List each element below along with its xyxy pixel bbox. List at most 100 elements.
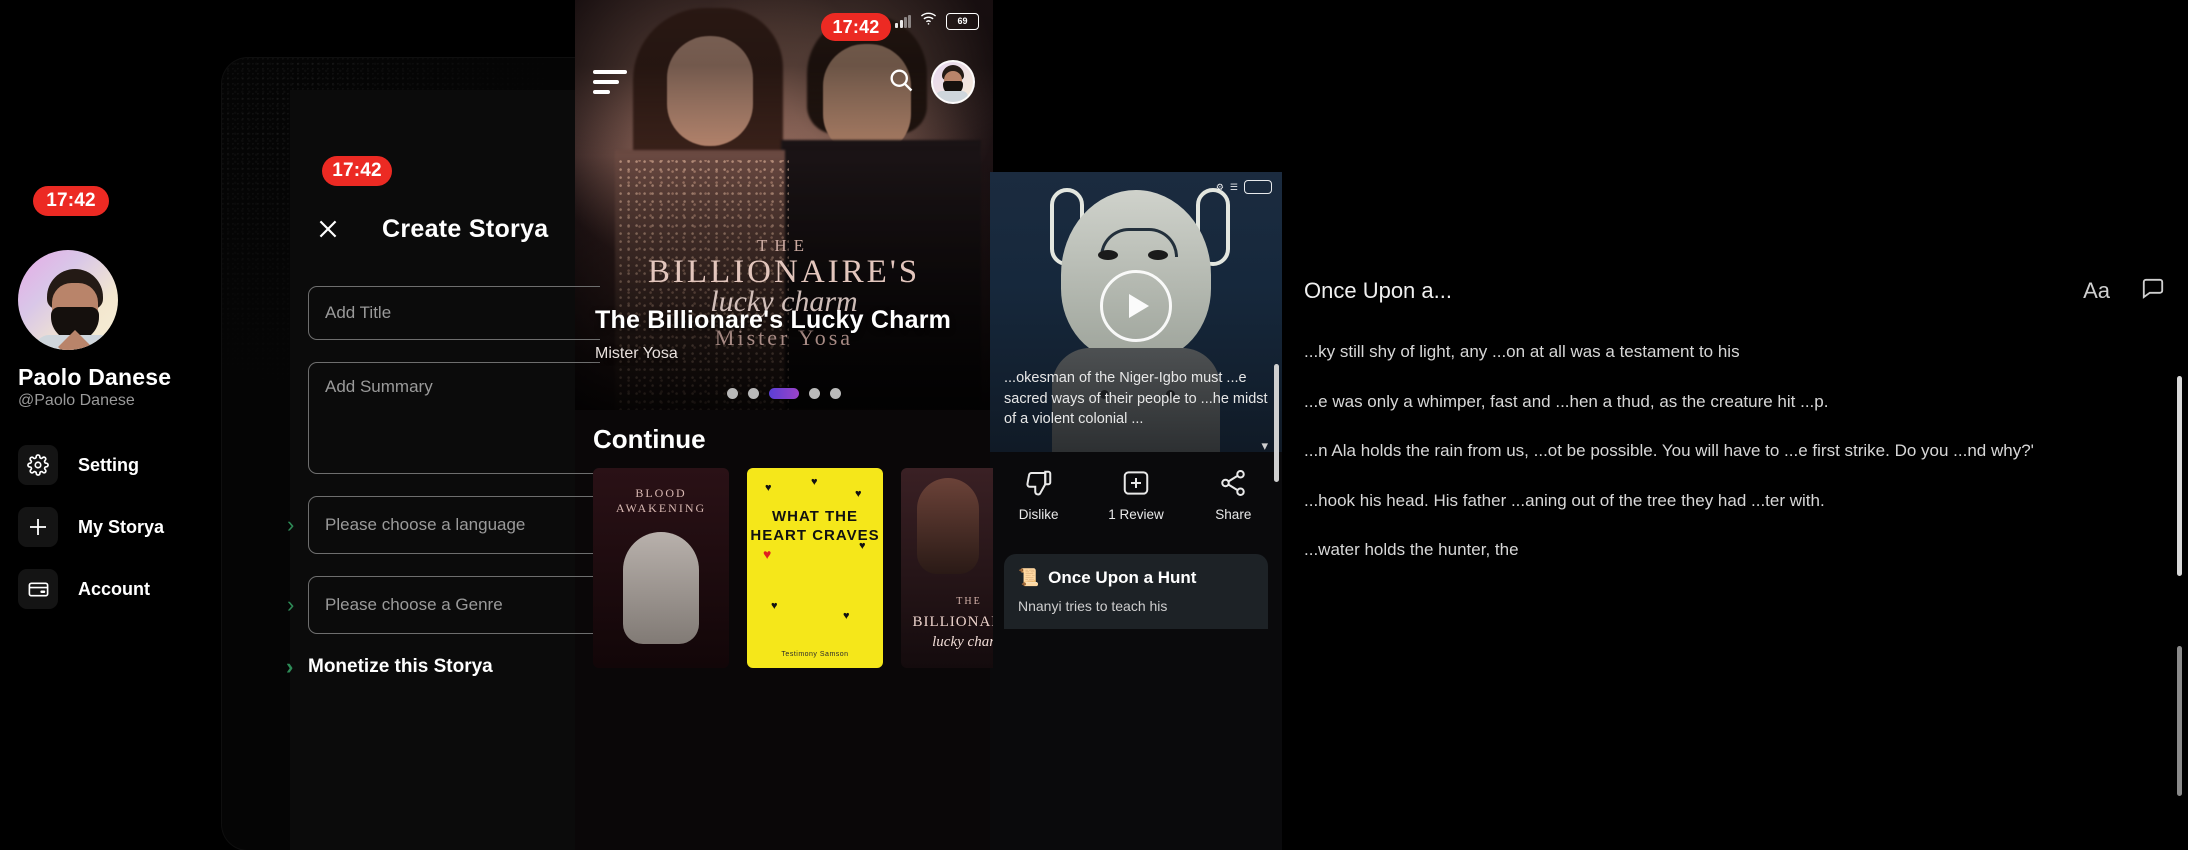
carousel-dot[interactable] [830,388,841,399]
reader-paragraph: ...e was only a whimper, fast and ...hen… [1304,391,1829,411]
share-icon [1221,470,1246,496]
navbar-right [887,60,975,104]
hero-author: Mister Yosa [595,345,678,362]
sidebar-item-label: Setting [78,454,139,475]
comment-icon[interactable] [2140,276,2166,307]
reader-paragraph: ...ky still shy of light, any ...on at a… [1304,342,1740,361]
create-storya-panel: 17:42 Create Storya Add Title Add Summar… [222,58,600,850]
book-title: WHAT THE HEART CRAVES [750,508,880,544]
avatar-face [25,261,115,350]
book-author: Testimony Samson [781,651,849,658]
share-button[interactable]: Share [1185,468,1282,522]
chevron-right-icon: › [286,654,294,679]
carousel-dot[interactable] [809,388,820,399]
chevron-down-icon[interactable]: ▾ [1261,438,1268,454]
drawer-time-pill: 17:42 [33,186,109,216]
recommendation-body: Nnanyi tries to teach his [1018,598,1168,614]
heart-icon: ♥ [855,488,862,500]
title-placeholder: Add Title [325,303,392,322]
book-cover-line-3: lucky charm [932,634,993,650]
recommendation-card[interactable]: 📜 Once Upon a Hunt Nnanyi tries to teach… [1004,554,1268,629]
language-placeholder: Please choose a language [325,515,526,534]
heart-icon: ♥ [843,610,850,622]
sidebar-item-label: My Storya [78,516,165,537]
cast-icon: ⚙ [1215,181,1224,192]
heart-icon: ♥ [763,546,772,562]
section-title-continue: Continue [593,424,706,454]
search-icon[interactable] [887,66,915,99]
sidebar-item-label: Account [78,578,150,599]
book-title: BLOOD AWAKENING [615,486,707,515]
heart-icon: ♥ [811,476,818,488]
book-cover-art [917,478,979,574]
genre-select[interactable]: › Please choose a Genre [287,576,600,634]
reader-paragraph: ...n Ala holds the rain from us, ...ot b… [1304,441,2034,461]
avatar[interactable] [18,250,118,350]
scrollbar-track[interactable] [2177,646,2182,796]
story-detail-panel: ⚙ ☰ ...okesman of the Niger-Igbo must ..… [990,172,1282,850]
recommendation-title: Once Upon a Hunt [1048,568,1197,587]
book-cover-line-2: BILLIONARE'S [912,614,993,630]
continue-shelf: BLOOD AWAKENING ♥ ♥ ♥ ♥ ♥ ♥ ♥ WHAT THE H… [593,468,993,668]
home-navbar [575,50,993,114]
title-field[interactable]: Add Title [308,286,600,340]
font-size-button[interactable]: Aa [2083,278,2110,304]
scrollbar-thumb[interactable] [1274,364,1279,482]
thumbs-down-icon [1026,470,1051,496]
play-button[interactable] [1100,270,1172,342]
heart-icon: ♥ [771,600,778,612]
action-bar: Dislike 1 Review Share [990,468,1282,522]
home-time-pill: 17:42 [821,13,891,41]
language-select[interactable]: › Please choose a language [287,496,600,554]
avatar-shirt [936,91,968,102]
book-cover-line-1: THE [956,596,982,607]
reader-paragraph: ...hook his head. His father ...aning ou… [1304,490,1825,510]
carousel-dot[interactable] [748,388,759,399]
chevron-right-icon: › [287,592,295,617]
carousel-dot-active[interactable] [769,388,799,399]
dislike-label: Dislike [1018,507,1059,522]
create-storya-header: Create Storya [290,194,600,264]
monetize-label: Monetize this Storya [308,656,493,677]
plus-icon [18,507,58,547]
page-title: Paolo Danese [18,364,172,390]
screenshot-stage: 17:42 Paolo Danese @Paolo Danese Setting… [0,0,2188,850]
book-card[interactable]: THE BILLIONARE'S lucky charm [901,468,993,668]
carousel-dot[interactable] [727,388,738,399]
review-icon [1123,471,1149,495]
review-button[interactable]: 1 Review [1087,468,1184,522]
close-icon[interactable] [308,209,348,249]
story-description: ...okesman of the Niger-Igbo must ...e s… [1004,370,1268,428]
menu-icon[interactable] [593,70,627,94]
reader-title: Once Upon a... [1304,278,1452,303]
battery-icon [1244,180,1272,194]
heart-icon: ♥ [765,482,772,494]
review-label: 1 Review [1108,507,1164,522]
create-storya-form: Add Title Add Summary › Please choose a … [286,286,600,679]
avatar[interactable] [931,60,975,104]
book-card[interactable]: ♥ ♥ ♥ ♥ ♥ ♥ ♥ WHAT THE HEART CRAVES Test… [747,468,883,668]
video-status-icons: ⚙ ☰ [1216,180,1272,194]
mask-eye-left [1098,250,1118,260]
share-label: Share [1215,507,1252,522]
reader-body: ...ky still shy of light, any ...on at a… [1282,338,2188,586]
summary-field[interactable]: Add Summary [308,362,600,474]
scrollbar-thumb[interactable] [2177,376,2182,576]
user-handle: @Paolo Danese [18,392,135,409]
book-card[interactable]: BLOOD AWAKENING [593,468,729,668]
dislike-button[interactable]: Dislike [990,468,1087,522]
create-storya-title: Create Storya [382,214,549,243]
create-time-pill: 17:42 [322,156,392,186]
reader-panel: Once Upon a... Aa ...ky still shy of lig… [1282,246,2188,850]
wifi-icon [920,12,937,30]
summary-placeholder: Add Summary [325,377,433,396]
card-icon [18,569,58,609]
gear-icon [18,445,58,485]
reader-bottom-fade [1282,810,2188,850]
battery-icon: 69 [946,12,979,30]
carousel-dots[interactable] [575,388,993,399]
status-icons: 69 [895,12,979,30]
book-cover-art [623,532,699,644]
monetize-row[interactable]: › Monetize this Storya [286,654,600,679]
genre-placeholder: Please choose a Genre [325,595,503,614]
